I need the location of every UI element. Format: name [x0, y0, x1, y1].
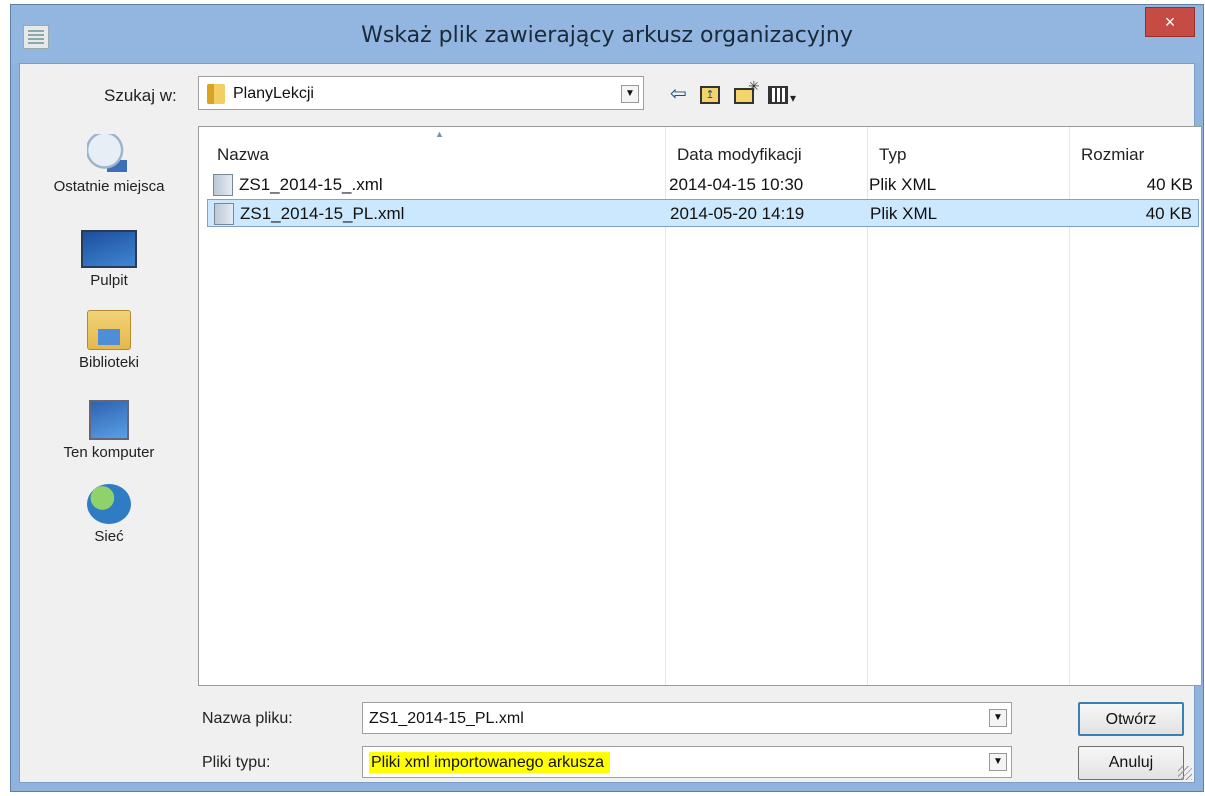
xml-file-icon	[213, 174, 233, 196]
file-name: ZS1_2014-15_PL.xml	[240, 204, 405, 223]
close-button[interactable]: ×	[1145, 7, 1195, 37]
place-recent[interactable]: Ostatnie miejsca	[36, 134, 182, 195]
file-type-value: Pliki xml importowanego arkusza	[369, 752, 610, 773]
sort-ascending-icon: ▲	[435, 129, 444, 139]
libraries-icon	[87, 310, 131, 350]
column-header-name[interactable]: Nazwa	[217, 145, 269, 165]
cancel-button[interactable]: Anuluj	[1078, 746, 1184, 780]
file-open-dialog: Wskaż plik zawierający arkusz organizacy…	[10, 4, 1204, 792]
recent-places-icon	[87, 134, 131, 174]
file-type: Plik XML	[870, 204, 938, 223]
file-name-label: Nazwa pliku:	[202, 710, 293, 727]
desktop-icon	[81, 230, 137, 268]
chevron-down-icon[interactable]: ▼	[621, 85, 639, 103]
network-icon	[87, 484, 131, 524]
file-type-dropdown[interactable]: Pliki xml importowanego arkusza ▼	[362, 746, 1012, 778]
place-label: Ten komputer	[63, 444, 155, 461]
column-header-type[interactable]: Typ	[879, 145, 906, 165]
file-size: 40 KB	[1146, 175, 1193, 194]
folder-icon	[207, 84, 225, 104]
file-date: 2014-05-20 14:19	[670, 204, 805, 223]
look-in-label: Szukaj w:	[104, 86, 177, 105]
place-computer[interactable]: Ten komputer	[36, 400, 182, 461]
file-type-label: Pliki typu:	[202, 754, 271, 771]
file-name-input[interactable]: ZS1_2014-15_PL.xml	[369, 710, 524, 728]
file-row[interactable]: ZS1_2014-15_.xml 2014-04-15 10:30 Plik X…	[207, 171, 1199, 199]
up-folder-icon[interactable]: ↥	[700, 86, 720, 104]
chevron-down-icon[interactable]: ▼	[989, 709, 1007, 727]
file-name-combo[interactable]: ZS1_2014-15_PL.xml ▼	[362, 702, 1012, 734]
dialog-title: Wskaż plik zawierający arkusz organizacy…	[361, 23, 853, 48]
file-size: 40 KB	[1145, 204, 1192, 223]
file-list[interactable]: ▲ Nazwa Data modyfikacji Typ Rozmiar ZS1…	[198, 126, 1202, 686]
look-in-dropdown[interactable]: PlanyLekcji ▼	[198, 76, 644, 110]
chevron-down-icon[interactable]: ▼	[989, 753, 1007, 771]
view-menu-arrow-icon[interactable]: ▾	[790, 88, 796, 110]
new-folder-icon[interactable]	[734, 76, 760, 104]
column-header-date[interactable]: Data modyfikacji	[677, 145, 802, 165]
place-label: Sieć	[94, 528, 124, 545]
look-in-value: PlanyLekcji	[233, 85, 314, 102]
open-button[interactable]: Otwórz	[1078, 702, 1184, 736]
place-libraries[interactable]: Biblioteki	[36, 310, 182, 371]
place-label: Ostatnie miejsca	[53, 178, 165, 195]
title-bar[interactable]: Wskaż plik zawierający arkusz organizacy…	[11, 5, 1203, 63]
file-row-selected[interactable]: ZS1_2014-15_PL.xml 2014-05-20 14:19 Plik…	[207, 199, 1199, 227]
file-date: 2014-04-15 10:30	[669, 175, 804, 194]
place-label: Pulpit	[90, 272, 128, 289]
dialog-body: Szukaj w: PlanyLekcji ▼ ⇦ ↥ ▾ Ostatnie m…	[19, 63, 1202, 783]
file-name: ZS1_2014-15_.xml	[239, 175, 383, 194]
view-menu-icon[interactable]	[768, 86, 788, 104]
place-network[interactable]: Sieć	[36, 484, 182, 545]
place-desktop[interactable]: Pulpit	[36, 230, 182, 289]
xml-file-icon	[214, 203, 234, 225]
column-header-size[interactable]: Rozmiar	[1081, 145, 1144, 165]
back-arrow-icon[interactable]: ⇦	[670, 84, 687, 106]
place-label: Biblioteki	[78, 354, 140, 371]
file-type: Plik XML	[869, 175, 937, 194]
computer-icon	[89, 400, 129, 440]
resize-grip-icon[interactable]	[1178, 766, 1192, 780]
